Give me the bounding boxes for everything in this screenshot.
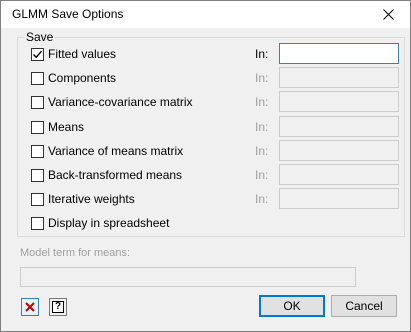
save-group-legend: Save [24,30,56,44]
variance-of-means-label: Variance of means matrix [48,144,184,158]
iterative-weights-option[interactable]: Iterative weights [31,191,135,207]
iterative-weights-checkbox[interactable] [31,192,44,206]
checkmark-icon [33,50,43,58]
fitted-values-checkbox[interactable] [31,47,44,61]
variance-of-means-checkbox[interactable] [31,144,44,158]
display-in-spreadsheet-checkbox[interactable] [31,216,44,230]
components-in-field[interactable] [279,67,399,88]
red-x-icon [25,302,35,312]
means-in-field[interactable] [279,116,399,137]
variance-covariance-option[interactable]: Variance-covariance matrix [31,94,193,110]
title-bar: GLMM Save Options [1,1,410,28]
components-option[interactable]: Components [31,70,116,86]
variance-of-means-in-field[interactable] [279,140,399,161]
components-label: Components [48,71,117,85]
close-button[interactable] [366,1,410,28]
variance-of-means-in-label: In: [255,144,269,158]
display-in-spreadsheet-option[interactable]: Display in spreadsheet [31,215,169,231]
cancel-button[interactable]: Cancel [331,295,397,317]
ok-button[interactable]: OK [259,295,325,317]
means-option[interactable]: Means [31,119,84,135]
fitted-values-in-label: In: [255,47,269,61]
variance-of-means-option[interactable]: Variance of means matrix [31,143,183,159]
variance-covariance-in-label: In: [255,95,269,109]
fitted-values-in-field[interactable] [279,43,399,64]
window-title: GLMM Save Options [12,7,124,21]
means-in-label: In: [255,120,269,134]
variance-covariance-label: Variance-covariance matrix [48,95,193,109]
display-in-spreadsheet-label: Display in spreadsheet [48,216,170,230]
variance-covariance-in-field[interactable] [279,91,399,112]
help-glyph: ? [54,301,62,312]
iterative-weights-in-field[interactable] [279,188,399,209]
back-transformed-means-label: Back-transformed means [48,168,183,182]
fitted-values-label: Fitted values [48,47,117,61]
help-button[interactable]: ? [49,298,67,316]
clear-button[interactable] [21,298,39,316]
fitted-values-option[interactable]: Fitted values [31,46,116,62]
glmm-save-options-dialog: GLMM Save Options Save Fitted values In:… [0,0,411,332]
model-term-label: Model term for means: [20,247,131,259]
help-icon: ? [52,301,64,313]
means-checkbox[interactable] [31,120,44,134]
components-in-label: In: [255,71,269,85]
iterative-weights-in-label: In: [255,192,269,206]
back-transformed-means-in-field[interactable] [279,164,399,185]
close-icon [382,9,394,20]
model-term-field[interactable] [20,267,356,287]
back-transformed-means-option[interactable]: Back-transformed means [31,167,182,183]
back-transformed-means-in-label: In: [255,168,269,182]
means-label: Means [48,120,85,134]
variance-covariance-checkbox[interactable] [31,95,44,109]
back-transformed-means-checkbox[interactable] [31,168,44,182]
iterative-weights-label: Iterative weights [48,192,135,206]
components-checkbox[interactable] [31,71,44,85]
